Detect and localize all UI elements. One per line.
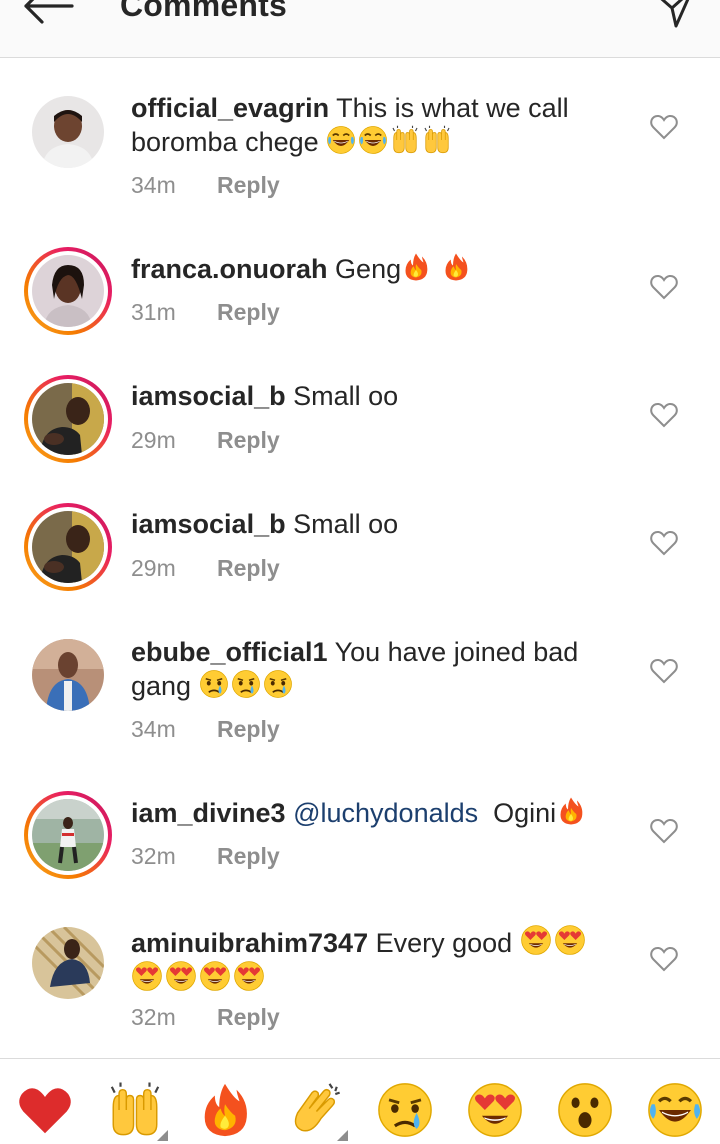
heart-eyes-face-icon[interactable]: [466, 1081, 524, 1139]
heart-eyes-emoji-icon: [165, 960, 197, 992]
comment-text: iam_divine3 @luchydonalds Ogini: [131, 796, 611, 830]
raised-hands-icon[interactable]: [106, 1081, 168, 1141]
fire-emoji-icon: [441, 252, 471, 282]
comment-username[interactable]: aminuibrahim7347: [131, 928, 368, 958]
fire-icon[interactable]: [196, 1081, 254, 1139]
skin-tone-indicator: [157, 1130, 168, 1141]
page-title: Comments: [120, 0, 287, 23]
crying-emoji-icon: [231, 669, 261, 699]
fire-emoji-icon: [401, 252, 431, 282]
comment-time: 32m: [131, 843, 176, 869]
comment-username[interactable]: franca.onuorah: [131, 254, 328, 284]
skin-tone-indicator: [337, 1130, 348, 1141]
crying-emoji-icon: [199, 669, 229, 699]
reply-button[interactable]: Reply: [217, 427, 280, 453]
like-heart-icon[interactable]: [650, 402, 678, 428]
comment-meta: 32m Reply: [131, 843, 280, 870]
avatar[interactable]: [32, 96, 104, 168]
like-heart-icon[interactable]: [650, 274, 678, 300]
avatar[interactable]: [24, 791, 112, 879]
comment-body: Geng: [335, 254, 402, 284]
comment-body: Small oo: [293, 509, 399, 539]
surprised-face-icon[interactable]: [556, 1081, 614, 1139]
comment-username[interactable]: ebube_official1: [131, 637, 328, 667]
comment-time: 29m: [131, 427, 176, 453]
reply-button[interactable]: Reply: [217, 299, 280, 325]
comment-meta: 31m Reply: [131, 299, 280, 326]
send-icon[interactable]: [652, 0, 696, 30]
avatar[interactable]: [32, 639, 104, 711]
tears-of-joy-emoji-icon: [326, 125, 356, 155]
heart-eyes-emoji-icon: [233, 960, 265, 992]
heart-eyes-emoji-icon: [554, 924, 586, 956]
quick-reaction-bar: [0, 1058, 720, 1144]
comment-text: official_evagrin This is what we call bo…: [131, 92, 611, 159]
like-heart-icon[interactable]: [650, 114, 678, 140]
comment-meta: 34m Reply: [131, 716, 280, 743]
reply-button[interactable]: Reply: [217, 716, 280, 742]
comment-body: Ogini: [493, 798, 557, 828]
comment-meta: 32m Reply: [131, 1004, 280, 1031]
avatar[interactable]: [24, 247, 112, 335]
comment-username[interactable]: official_evagrin: [131, 93, 329, 123]
back-arrow-icon[interactable]: [20, 0, 76, 26]
comment-text: iamsocial_b Small oo: [131, 380, 611, 413]
heart-eyes-emoji-icon: [199, 960, 231, 992]
avatar[interactable]: [24, 375, 112, 463]
comment-text: aminuibrahim7347 Every good: [131, 924, 611, 996]
comment-time: 29m: [131, 555, 176, 581]
tears-of-joy-emoji-icon: [358, 125, 388, 155]
mention-link[interactable]: @luchydonalds: [293, 798, 478, 828]
reply-button[interactable]: Reply: [217, 843, 280, 869]
tears-of-joy-face-icon[interactable]: [646, 1081, 704, 1139]
avatar[interactable]: [24, 503, 112, 591]
comment-time: 34m: [131, 716, 176, 742]
comment-username[interactable]: iamsocial_b: [131, 381, 286, 411]
like-heart-icon[interactable]: [650, 530, 678, 556]
raised-hands-emoji-icon: [390, 125, 420, 155]
crying-emoji-icon: [263, 669, 293, 699]
like-heart-icon[interactable]: [650, 658, 678, 684]
comment-meta: 29m Reply: [131, 555, 280, 582]
reply-button[interactable]: Reply: [217, 1004, 280, 1030]
comment-text: iamsocial_b Small oo: [131, 508, 611, 541]
comment-body: Small oo: [293, 381, 399, 411]
comment-text: ebube_official1 You have joined bad gang: [131, 636, 611, 703]
raised-hands-emoji-icon: [422, 125, 452, 155]
reply-button[interactable]: Reply: [217, 555, 280, 581]
comment-body: Every good: [375, 928, 513, 958]
comment-text: franca.onuorah Geng: [131, 252, 611, 286]
heart-eyes-emoji-icon: [520, 924, 552, 956]
reply-button[interactable]: Reply: [217, 172, 280, 198]
red-heart-icon[interactable]: [16, 1081, 74, 1139]
comment-time: 32m: [131, 1004, 176, 1030]
like-heart-icon[interactable]: [650, 946, 678, 972]
comment-meta: 29m Reply: [131, 427, 280, 454]
heart-eyes-emoji-icon: [131, 960, 163, 992]
header-bar: Comments: [0, 0, 720, 58]
clapping-hands-icon[interactable]: [286, 1081, 348, 1141]
crying-face-icon[interactable]: [376, 1081, 434, 1139]
comment-time: 31m: [131, 299, 176, 325]
avatar[interactable]: [32, 927, 104, 999]
comment-meta: 34m Reply: [131, 172, 280, 199]
comment-username[interactable]: iam_divine3: [131, 798, 286, 828]
fire-emoji-icon: [556, 796, 586, 826]
comment-username[interactable]: iamsocial_b: [131, 509, 286, 539]
like-heart-icon[interactable]: [650, 818, 678, 844]
comment-time: 34m: [131, 172, 176, 198]
